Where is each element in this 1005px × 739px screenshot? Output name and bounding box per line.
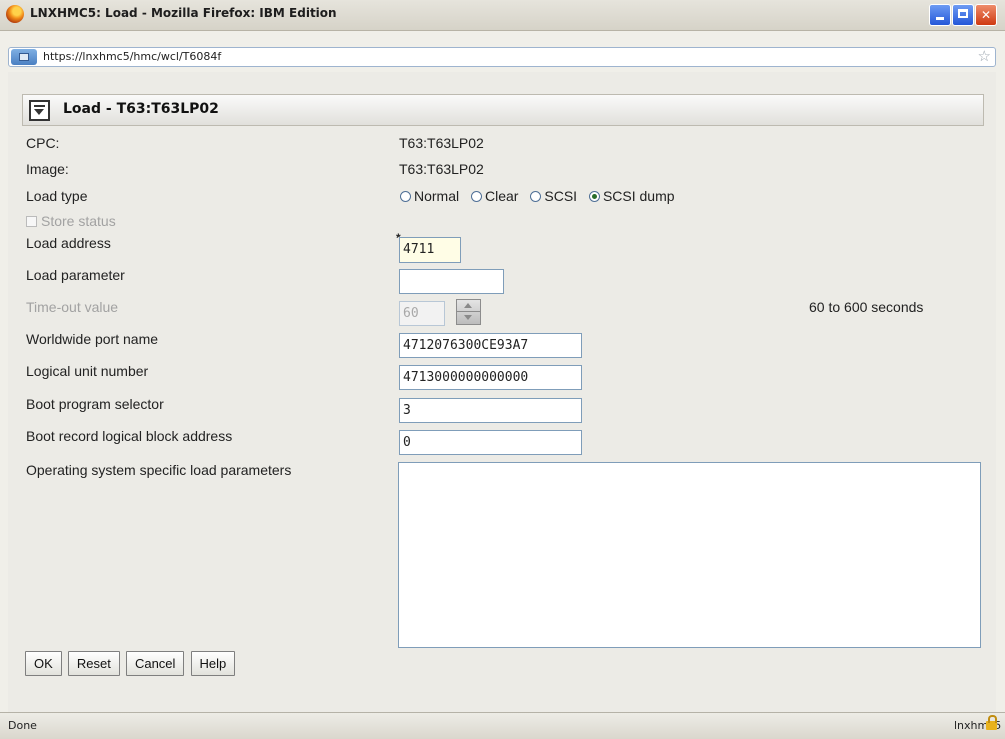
window-titlebar: LNXHMC5: Load - Mozilla Firefox: IBM Edi…	[0, 0, 1005, 31]
checkbox-box[interactable]	[26, 216, 37, 227]
help-button[interactable]: Help	[190, 651, 236, 676]
timeout-label: Time-out value	[26, 299, 119, 315]
load-address-input[interactable]: 4711	[399, 237, 461, 263]
boot-program-selector-label: Boot program selector	[26, 396, 164, 412]
load-type-normal-radio[interactable]: Normal	[400, 188, 459, 204]
boot-record-lba-label: Boot record logical block address	[26, 428, 233, 444]
load-parameter-input[interactable]	[399, 269, 504, 294]
button-row: OK Reset Cancel Help	[25, 651, 236, 676]
minimize-icon	[936, 17, 944, 20]
image-label: Image:	[26, 161, 69, 177]
store-status-checkbox[interactable]: Store status	[26, 213, 116, 229]
ok-button[interactable]: OK	[25, 651, 62, 676]
load-parameter-label: Load parameter	[26, 267, 125, 283]
panel-title: Load - T63:T63LP02	[63, 101, 219, 117]
panel-header: Load - T63:T63LP02	[22, 94, 984, 126]
reset-button[interactable]: Reset	[67, 651, 120, 676]
boot-program-selector-input[interactable]: 3	[399, 398, 582, 423]
load-type-scsi-radio[interactable]: SCSI	[530, 188, 577, 204]
url-text[interactable]: https://lnxhmc5/hmc/wcl/T6084f	[43, 50, 221, 63]
lock-icon[interactable]	[986, 715, 997, 730]
minimize-button[interactable]	[929, 4, 951, 26]
wwpn-input[interactable]: 4712076300CE93A7	[399, 333, 582, 358]
status-text: Done	[8, 719, 37, 732]
spinner-down-icon[interactable]	[457, 312, 480, 324]
spinner-up-icon[interactable]	[457, 300, 480, 312]
boot-record-lba-input[interactable]: 0	[399, 430, 582, 455]
load-type-label: Load type	[26, 188, 88, 204]
load-type-scsi-dump-radio[interactable]: SCSI dump	[588, 188, 675, 204]
bookmark-star-icon[interactable]: ☆	[978, 47, 991, 65]
close-button[interactable]: ✕	[975, 4, 997, 26]
cancel-button[interactable]: Cancel	[125, 651, 185, 676]
load-address-label: Load address	[26, 235, 111, 251]
load-type-radio-group: Normal Clear SCSI SCSI dump	[400, 188, 683, 208]
load-type-clear-radio[interactable]: Clear	[471, 188, 518, 204]
close-icon: ✕	[980, 8, 992, 22]
maximize-button[interactable]	[952, 4, 974, 26]
cpc-value: T63:T63LP02	[399, 135, 484, 151]
os-load-params-label: Operating system specific load parameter…	[26, 462, 292, 478]
firefox-icon	[6, 5, 24, 23]
site-identity-icon[interactable]	[11, 49, 37, 65]
store-status-label: Store status	[41, 213, 116, 229]
lun-label: Logical unit number	[26, 363, 149, 379]
image-value: T63:T63LP02	[399, 161, 484, 177]
timeout-range-hint: 60 to 600 seconds	[809, 299, 924, 315]
cpc-label: CPC:	[26, 135, 60, 151]
wwpn-label: Worldwide port name	[26, 331, 159, 347]
timeout-spinner[interactable]	[456, 299, 481, 325]
status-bar: Done lnxhmc5	[0, 712, 1005, 739]
timeout-input[interactable]: 60	[399, 301, 445, 326]
url-bar[interactable]: https://lnxhmc5/hmc/wcl/T6084f ☆	[8, 47, 996, 67]
collapse-menu-icon[interactable]	[29, 100, 50, 121]
os-load-params-textarea[interactable]	[398, 462, 981, 648]
page-content: Load - T63:T63LP02 CPC: T63:T63LP02 Imag…	[8, 72, 996, 712]
window-title: LNXHMC5: Load - Mozilla Firefox: IBM Edi…	[30, 6, 337, 20]
lun-input[interactable]: 4713000000000000	[399, 365, 582, 390]
maximize-icon	[958, 9, 968, 18]
